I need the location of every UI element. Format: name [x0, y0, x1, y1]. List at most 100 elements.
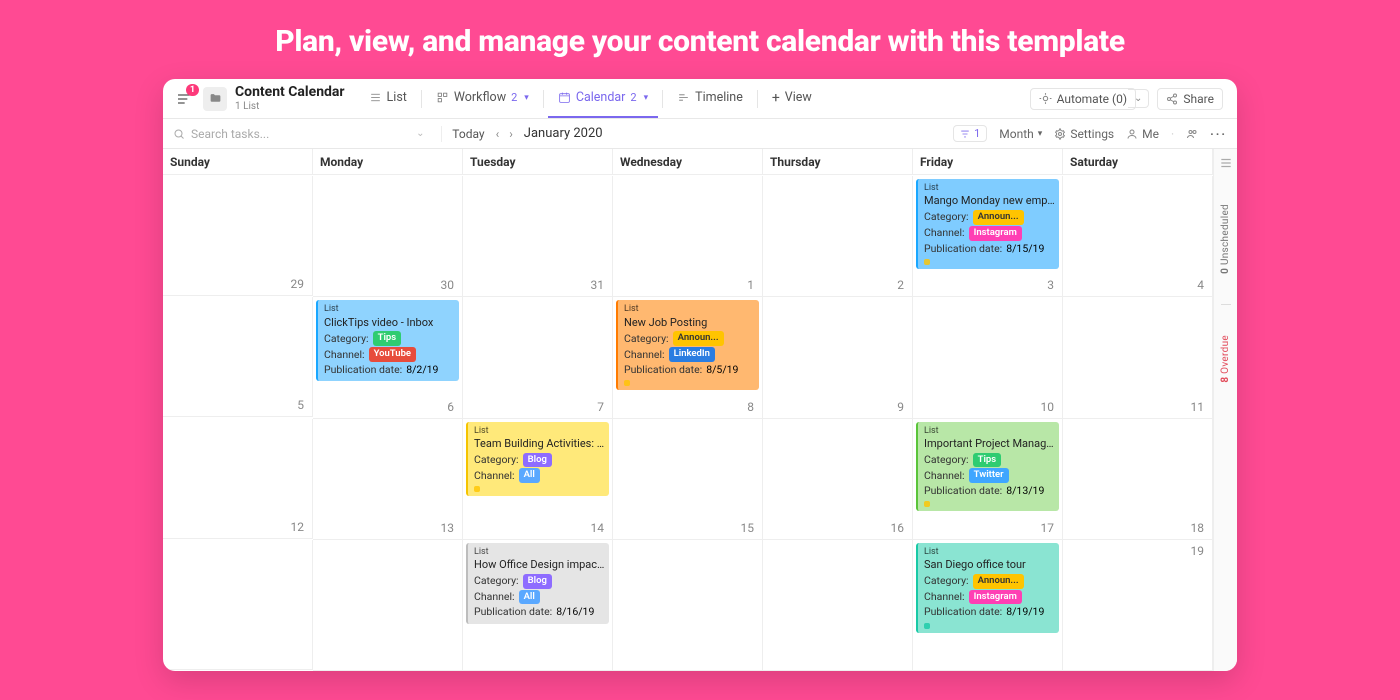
- day-cell[interactable]: 4: [1063, 176, 1213, 297]
- day-number: 18: [1191, 521, 1205, 535]
- event-card[interactable]: List How Office Design impacts Pr Catego…: [466, 543, 609, 624]
- rail-menu-icon[interactable]: [1219, 155, 1233, 174]
- day-cell[interactable]: List How Office Design impacts Pr Catego…: [463, 540, 613, 671]
- rail-overdue[interactable]: 8 Overdue: [1220, 335, 1231, 383]
- calendar: Sunday Monday Tuesday Wednesday Thursday…: [163, 149, 1237, 671]
- share-button[interactable]: Share: [1157, 88, 1223, 110]
- day-cell[interactable]: 9: [763, 297, 913, 418]
- day-cell[interactable]: 29: [163, 176, 313, 296]
- day-number: 5: [297, 398, 304, 412]
- event-card[interactable]: List Important Project Management Catego…: [916, 422, 1059, 512]
- tab-calendar-count: 2: [630, 91, 636, 104]
- card-title: New Job Posting: [624, 316, 755, 331]
- day-number: 30: [441, 278, 455, 292]
- day-cell[interactable]: [163, 540, 313, 670]
- rail-unscheduled-label: Unscheduled: [1220, 204, 1231, 265]
- tab-workflow-label: Workflow: [454, 90, 506, 105]
- day-cell[interactable]: 18: [1063, 419, 1213, 540]
- day-number: 12: [291, 520, 305, 534]
- day-number: 2: [897, 278, 904, 292]
- event-card[interactable]: List ClickTips video - Inbox Category:Ti…: [316, 300, 459, 381]
- day-number: 14: [591, 521, 605, 535]
- event-card[interactable]: List San Diego office tour Category:Anno…: [916, 543, 1059, 633]
- day-cell[interactable]: 31: [463, 176, 613, 297]
- view-mode-dropdown[interactable]: Month ▾: [999, 127, 1042, 141]
- filter-count: 1: [974, 127, 980, 140]
- more-menu[interactable]: ···: [1210, 127, 1227, 141]
- app-window: 1 Content Calendar 1 List List Workflow …: [163, 79, 1237, 671]
- me-label: Me: [1142, 127, 1159, 141]
- automate-button[interactable]: Automate (0): [1030, 88, 1136, 110]
- day-cell[interactable]: 1: [613, 176, 763, 297]
- tab-workflow[interactable]: Workflow 2▾: [426, 79, 539, 118]
- menu-button[interactable]: 1: [171, 86, 197, 112]
- card-field-label: Channel:: [474, 590, 515, 604]
- day-number: 13: [441, 521, 455, 535]
- channel-tag: LinkedIn: [669, 347, 715, 362]
- rail-unscheduled[interactable]: 0 Unscheduled: [1220, 204, 1231, 274]
- day-cell[interactable]: 12: [163, 419, 313, 539]
- card-list-label: List: [474, 546, 605, 558]
- event-card[interactable]: List Team Building Activities: 25 B Cate…: [466, 422, 609, 497]
- card-indicator: [924, 259, 930, 265]
- filter-button[interactable]: 1: [953, 125, 987, 142]
- day-cell[interactable]: 30: [313, 176, 463, 297]
- search-input[interactable]: Search tasks...: [173, 127, 269, 141]
- today-button[interactable]: Today: [452, 127, 484, 141]
- day-cell[interactable]: 11: [1063, 297, 1213, 418]
- day-cell[interactable]: 13: [313, 419, 463, 540]
- settings-button[interactable]: Settings: [1054, 127, 1114, 141]
- add-view-button[interactable]: + View: [762, 79, 822, 118]
- event-card[interactable]: List New Job Posting Category:Announ... …: [616, 300, 759, 390]
- page-subtitle: 1 List: [235, 101, 345, 112]
- card-title: Mango Monday new employee: [924, 194, 1055, 209]
- rail-divider: [1221, 304, 1231, 305]
- next-period[interactable]: ›: [506, 127, 516, 141]
- day-cell[interactable]: 2: [763, 176, 913, 297]
- event-card[interactable]: List Mango Monday new employee Category:…: [916, 179, 1059, 269]
- rail-overdue-count: 8: [1220, 376, 1231, 382]
- day-cell[interactable]: 16: [763, 419, 913, 540]
- day-cell[interactable]: 10: [913, 297, 1063, 418]
- day-cell[interactable]: List San Diego office tour Category:Anno…: [913, 540, 1063, 671]
- tab-calendar[interactable]: Calendar 2▾: [548, 79, 658, 118]
- card-field-label: Category:: [624, 332, 669, 346]
- tab-list[interactable]: List: [359, 79, 417, 118]
- day-cell[interactable]: 7: [463, 297, 613, 418]
- day-cell[interactable]: List New Job Posting Category:Announ... …: [613, 297, 763, 418]
- day-cell[interactable]: [613, 540, 763, 671]
- day-cell[interactable]: 5: [163, 297, 313, 417]
- day-header-tue: Tuesday: [463, 149, 613, 175]
- day-cell[interactable]: List ClickTips video - Inbox Category:Ti…: [313, 297, 463, 418]
- toolbar-right: 1 Month ▾ Settings Me · ···: [953, 125, 1227, 142]
- day-cell[interactable]: List Team Building Activities: 25 B Cate…: [463, 419, 613, 540]
- card-pub-date: 8/19/19: [1006, 605, 1044, 619]
- day-cell[interactable]: 19: [1063, 540, 1213, 671]
- day-number: 9: [897, 400, 904, 414]
- channel-tag: Instagram: [969, 590, 1022, 605]
- card-pub-date: 8/2/19: [406, 363, 438, 377]
- assignees-button[interactable]: [1186, 128, 1198, 140]
- day-number: 4: [1197, 278, 1204, 292]
- day-number: 17: [1041, 521, 1055, 535]
- day-cell[interactable]: List Important Project Management Catego…: [913, 419, 1063, 540]
- prev-period[interactable]: ‹: [493, 127, 503, 141]
- tab-timeline[interactable]: Timeline: [667, 79, 753, 118]
- automate-dropdown[interactable]: ⌄: [1128, 89, 1149, 108]
- card-pub-date: 8/15/19: [1006, 242, 1044, 256]
- day-cell[interactable]: [313, 540, 463, 671]
- search-dropdown[interactable]: ⌄: [409, 128, 431, 139]
- tab-divider: [757, 90, 758, 108]
- day-number: 16: [891, 521, 905, 535]
- card-field-label: Channel:: [474, 469, 515, 483]
- hero-heading: Plan, view, and manage your content cale…: [0, 0, 1400, 79]
- day-cell[interactable]: [763, 540, 913, 671]
- day-cell[interactable]: 15: [613, 419, 763, 540]
- card-pub-date: 8/16/19: [556, 605, 594, 619]
- tab-workflow-count: 2: [511, 91, 517, 104]
- day-header-sat: Saturday: [1063, 149, 1213, 175]
- card-list-label: List: [474, 425, 605, 437]
- me-button[interactable]: Me: [1126, 127, 1159, 141]
- day-cell[interactable]: List Mango Monday new employee Category:…: [913, 176, 1063, 297]
- search-placeholder: Search tasks...: [191, 127, 269, 141]
